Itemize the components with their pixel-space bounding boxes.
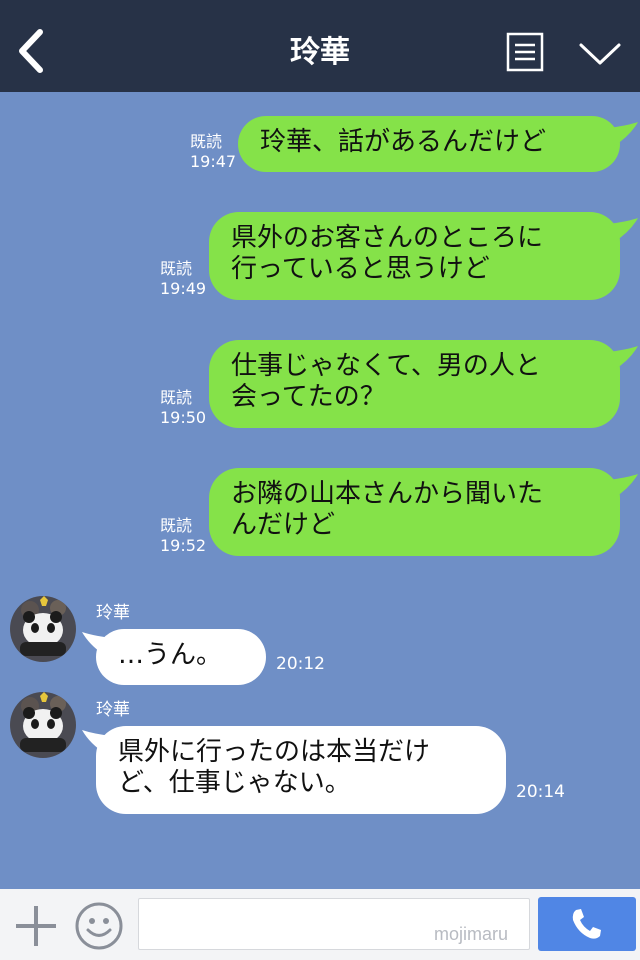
call-button[interactable] bbox=[538, 897, 636, 951]
message-line: ど、仕事じゃない。 bbox=[118, 768, 351, 798]
message-meta: 既読 19:50 bbox=[160, 388, 206, 428]
avatar[interactable] bbox=[10, 692, 76, 758]
smile-icon[interactable] bbox=[74, 901, 124, 951]
avatar[interactable] bbox=[10, 596, 76, 662]
message-time: 20:14 bbox=[516, 782, 565, 802]
message-time: 19:47 bbox=[190, 152, 237, 171]
outgoing-message[interactable]: お隣の山本さんから聞いた んだけど bbox=[209, 468, 620, 556]
message-meta: 既読 19:49 bbox=[160, 259, 206, 299]
message-time: 19:49 bbox=[160, 279, 207, 298]
phone-icon bbox=[572, 909, 601, 939]
message-line: 仕事じゃなくて、男の人と bbox=[231, 351, 541, 381]
bubble-tail bbox=[608, 346, 638, 370]
watermark: mojimaru bbox=[434, 924, 509, 944]
outgoing-message[interactable]: 玲華、話があるんだけど bbox=[238, 116, 620, 172]
sender-name: 玲華 bbox=[96, 700, 130, 720]
message-time: 19:50 bbox=[160, 408, 207, 427]
message-line: 行っていると思うけど bbox=[231, 254, 490, 284]
message-line: …うん。 bbox=[118, 640, 223, 670]
chevron-down-icon[interactable] bbox=[578, 40, 622, 68]
message-line: 会ってたの？ bbox=[231, 382, 386, 412]
chat-header: 玲華 bbox=[0, 0, 640, 92]
notes-icon[interactable] bbox=[506, 32, 544, 72]
outgoing-message[interactable]: 仕事じゃなくて、男の人と 会ってたの？ bbox=[209, 340, 620, 428]
panda-avatar-image bbox=[10, 692, 76, 758]
read-receipt: 既読 bbox=[190, 132, 223, 151]
read-receipt: 既読 bbox=[160, 388, 193, 407]
message-time: 19:52 bbox=[160, 536, 207, 555]
message-meta: 既読 19:52 bbox=[160, 516, 206, 556]
message-line: お隣の山本さんから聞いた bbox=[231, 479, 544, 509]
bubble-tail bbox=[608, 218, 638, 242]
incoming-message[interactable]: …うん。 bbox=[96, 629, 266, 685]
bubble-tail bbox=[608, 474, 638, 498]
read-receipt: 既読 bbox=[160, 516, 193, 535]
outgoing-message[interactable]: 県外のお客さんのところに 行っていると思うけど bbox=[209, 212, 620, 300]
plus-icon[interactable] bbox=[14, 904, 58, 948]
chat-title: 玲華 bbox=[290, 35, 350, 70]
message-meta: 既読 19:47 bbox=[190, 132, 236, 172]
message-line: 県外に行ったのは本当だけ bbox=[118, 737, 431, 767]
message-line: 玲華、話があるんだけど bbox=[260, 127, 547, 157]
sender-name: 玲華 bbox=[96, 603, 130, 623]
incoming-message[interactable]: 県外に行ったのは本当だけ ど、仕事じゃない。 bbox=[96, 726, 506, 814]
bubble-tail bbox=[608, 122, 638, 146]
message-list[interactable]: 既読 19:47 玲華、話があるんだけど 既読 19:49 県外のお客さんのとこ… bbox=[0, 92, 640, 889]
message-time: 20:12 bbox=[276, 654, 325, 674]
message-line: んだけど bbox=[231, 510, 336, 540]
panda-avatar-image bbox=[10, 596, 76, 662]
message-line: 県外のお客さんのところに bbox=[231, 223, 544, 253]
read-receipt: 既読 bbox=[160, 259, 193, 278]
